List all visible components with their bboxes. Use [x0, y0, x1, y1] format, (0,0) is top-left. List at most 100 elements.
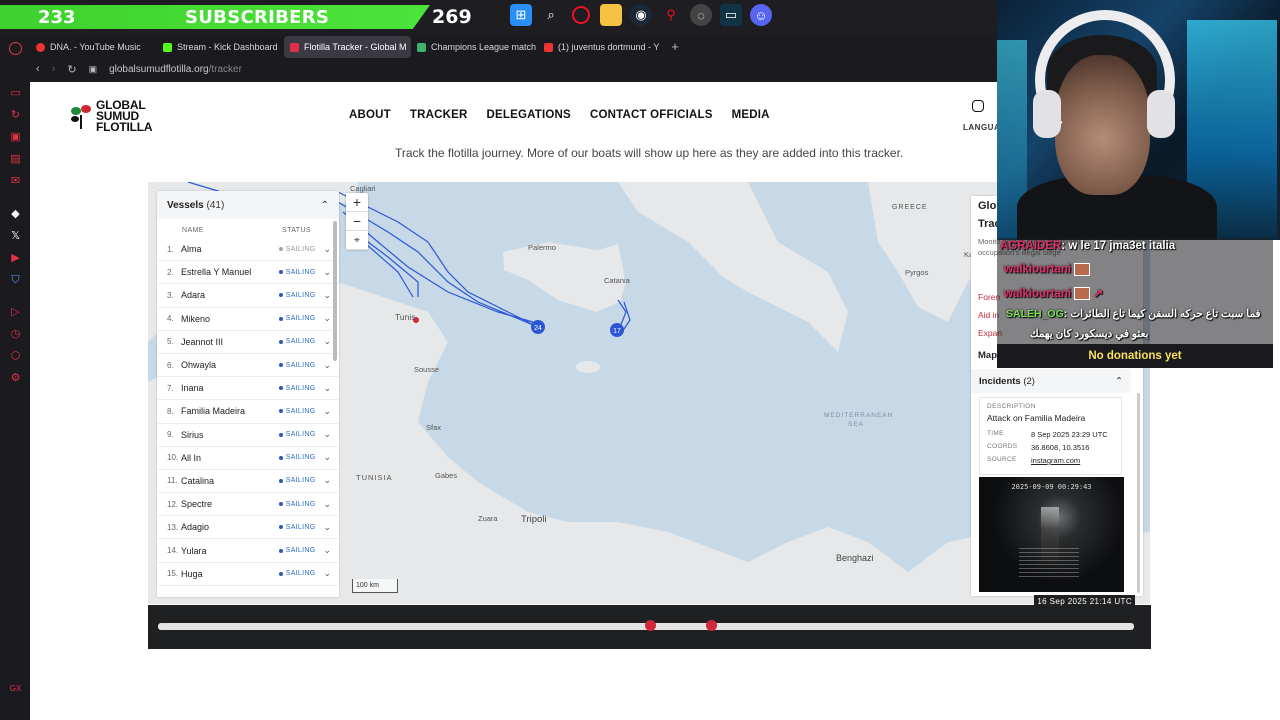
vessel-row[interactable]: 3. Adara SAILING ⌄ [157, 284, 339, 308]
vessel-status: SAILING [278, 269, 316, 276]
nav-media[interactable]: MEDIA [732, 109, 770, 121]
instagram-icon[interactable] [972, 100, 984, 112]
timeline-incident-marker[interactable] [706, 620, 718, 631]
tab-juventus-dortmund[interactable]: (1) juventus dortmund - Y [538, 36, 665, 58]
folder-icon[interactable] [600, 4, 622, 26]
vessel-name: Familia Madeira [181, 406, 246, 417]
reset-north-button[interactable]: ⌖ [346, 231, 368, 250]
vessel-row[interactable]: 7. Inana SAILING ⌄ [157, 377, 339, 401]
expand-chevron-icon[interactable]: ⌄ [323, 290, 331, 301]
expand-chevron-icon[interactable]: ⌄ [323, 360, 331, 371]
opera-menu-icon[interactable] [9, 42, 22, 55]
sidebar-tv-icon[interactable]: ▤ [9, 153, 22, 166]
sidebar-refresh-icon[interactable]: ↻ [9, 109, 22, 122]
expand-chevron-icon[interactable]: ⌄ [323, 313, 331, 324]
maps-section-label[interactable]: Map [978, 350, 997, 361]
timeline-incident-marker[interactable] [644, 620, 656, 631]
windows-icon[interactable]: ⊞ [510, 4, 532, 26]
nav-contact-officials[interactable]: CONTACT OFFICIALS [590, 109, 713, 121]
expand-chevron-icon[interactable]: ⌄ [323, 452, 331, 463]
search-icon[interactable]: ⌕ [540, 4, 562, 26]
sidebar-box-icon[interactable]: ⬡ [9, 350, 22, 363]
tab-flotilla-tracker[interactable]: Flotilla Tracker - Global M [284, 36, 411, 58]
tab-kick-dashboard[interactable]: Stream - Kick Dashboard [157, 36, 284, 58]
nav-delegations[interactable]: DELEGATIONS [487, 109, 571, 121]
sidebar-tab-icon[interactable]: ▭ [9, 87, 22, 100]
site-logo[interactable]: GLOBAL SUMUD FLOTILLA [70, 99, 153, 133]
expand-chevron-icon[interactable]: ⌄ [323, 475, 331, 486]
sidebar-mail-icon[interactable]: ✉ [9, 175, 22, 188]
zoom-in-button[interactable]: + [346, 193, 368, 212]
sidebar-gx-icon[interactable]: GX [9, 682, 22, 695]
expand-chevron-icon[interactable]: ⌄ [323, 429, 331, 440]
sidebar-extension-icon[interactable]: ◆ [9, 208, 22, 221]
sidebar-youtube-icon[interactable]: ▶ [9, 252, 22, 265]
back-icon[interactable]: ‹ [36, 63, 40, 75]
sidebar-clock-icon[interactable]: ◷ [9, 328, 22, 341]
url-field[interactable]: globalsumudflotilla.org/tracker [109, 64, 242, 75]
chat-username: walkiourtani [1004, 288, 1072, 300]
vessel-row[interactable]: 11. Catalina SAILING ⌄ [157, 470, 339, 494]
nav-tracker[interactable]: TRACKER [410, 109, 468, 121]
reload-icon[interactable]: ↻ [67, 63, 76, 76]
vessel-row[interactable]: 5. Jeannot III SAILING ⌄ [157, 331, 339, 354]
label-cagliari: Cagliari [350, 184, 376, 193]
source-link[interactable]: instagram.com [1031, 456, 1080, 465]
vessel-row[interactable]: 12. Spectre SAILING ⌄ [157, 493, 339, 517]
vessel-name: Alma [181, 244, 202, 255]
vessel-row[interactable]: 6. Ohwayla SAILING ⌄ [157, 354, 339, 378]
vessel-row[interactable]: 1. Alma SAILING ⌄ [157, 238, 339, 262]
sidebar-play-icon[interactable]: ▷ [9, 306, 22, 319]
vessels-columns: NAME STATUS [157, 219, 339, 238]
steam-icon[interactable]: ◉ [630, 4, 652, 26]
zoom-out-button[interactable]: − [346, 212, 368, 231]
language-selector[interactable]: LANGUA [963, 123, 1000, 132]
discord-icon[interactable]: ☺ [750, 4, 772, 26]
sidebar-bag-icon[interactable]: ▣ [9, 131, 22, 144]
timeline-track[interactable] [158, 620, 1134, 631]
expand-chevron-icon[interactable]: ⌄ [323, 406, 331, 417]
opera-icon[interactable] [572, 6, 590, 24]
maps-pin-icon[interactable]: ⚲ [660, 4, 682, 26]
incidents-chevron-icon[interactable]: ⌃ [1115, 376, 1123, 387]
collapse-chevron-icon[interactable]: ⌃ [321, 200, 329, 211]
vessel-row[interactable]: 4. Mikeno SAILING ⌄ [157, 308, 339, 331]
vessel-status: SAILING [278, 454, 316, 461]
vessel-row[interactable]: 13. Adagio SAILING ⌄ [157, 516, 339, 540]
info-scrollbar[interactable] [1137, 393, 1140, 593]
nav-about[interactable]: ABOUT [349, 109, 391, 121]
vessel-cluster-24[interactable]: 24 [534, 325, 542, 332]
label-palermo: Palermo [528, 243, 556, 252]
sidebar-shield-icon[interactable]: ⛉ [9, 274, 22, 287]
vessels-scrollbar[interactable] [333, 221, 337, 361]
incident-card[interactable]: DESCRIPTION Attack on Familia Madeira TI… [979, 397, 1122, 475]
expand-chevron-icon[interactable]: ⌄ [323, 568, 331, 579]
vessel-row[interactable]: 14. Yulara SAILING ⌄ [157, 539, 339, 563]
expand-chevron-icon[interactable]: ⌄ [323, 383, 331, 394]
vessel-row[interactable]: 15. Huga SAILING ⌄ [157, 563, 339, 586]
tab-youtube-music[interactable]: DNA. - YouTube Music [30, 36, 157, 58]
vessels-header[interactable]: Vessels (41) ⌃ [157, 191, 339, 219]
sidebar-settings-icon[interactable]: ⚙ [9, 372, 22, 385]
vessel-cluster-17[interactable]: 17 [613, 328, 621, 335]
x-twitter-icon[interactable]: 𝕏 [9, 230, 22, 243]
vessel-name: Mikeno [181, 313, 211, 324]
expand-chevron-icon[interactable]: ⌄ [323, 545, 331, 556]
chat-message: AGRAIDER: w le 17 jma3et italia [1000, 240, 1175, 252]
expand-chevron-icon[interactable]: ⌄ [323, 336, 331, 347]
tab-champions-league[interactable]: Champions League match [411, 36, 538, 58]
expand-chevron-icon[interactable]: ⌄ [323, 244, 331, 255]
vessel-row[interactable]: 9. Sirius SAILING ⌄ [157, 424, 339, 447]
expand-chevron-icon[interactable]: ⌄ [323, 267, 331, 278]
forward-icon[interactable]: › [52, 63, 56, 75]
vessel-row[interactable]: 8. Familia Madeira SAILING ⌄ [157, 400, 339, 424]
terminal-icon[interactable]: ▭ [720, 4, 742, 26]
expand-chevron-icon[interactable]: ⌄ [323, 499, 331, 510]
browser-icon[interactable]: ◌ [690, 4, 712, 26]
vessel-row[interactable]: 10. All In SAILING ⌄ [157, 447, 339, 470]
vessel-row[interactable]: 2. Estrella Y Manuel SAILING ⌄ [157, 261, 339, 285]
expand-chevron-icon[interactable]: ⌄ [323, 522, 331, 533]
new-tab-button[interactable]: + [665, 36, 685, 58]
incident-image[interactable]: 2025-09-09 00:29:43 [979, 477, 1124, 592]
incidents-header[interactable]: Incidents (2) ⌃ [971, 369, 1131, 393]
